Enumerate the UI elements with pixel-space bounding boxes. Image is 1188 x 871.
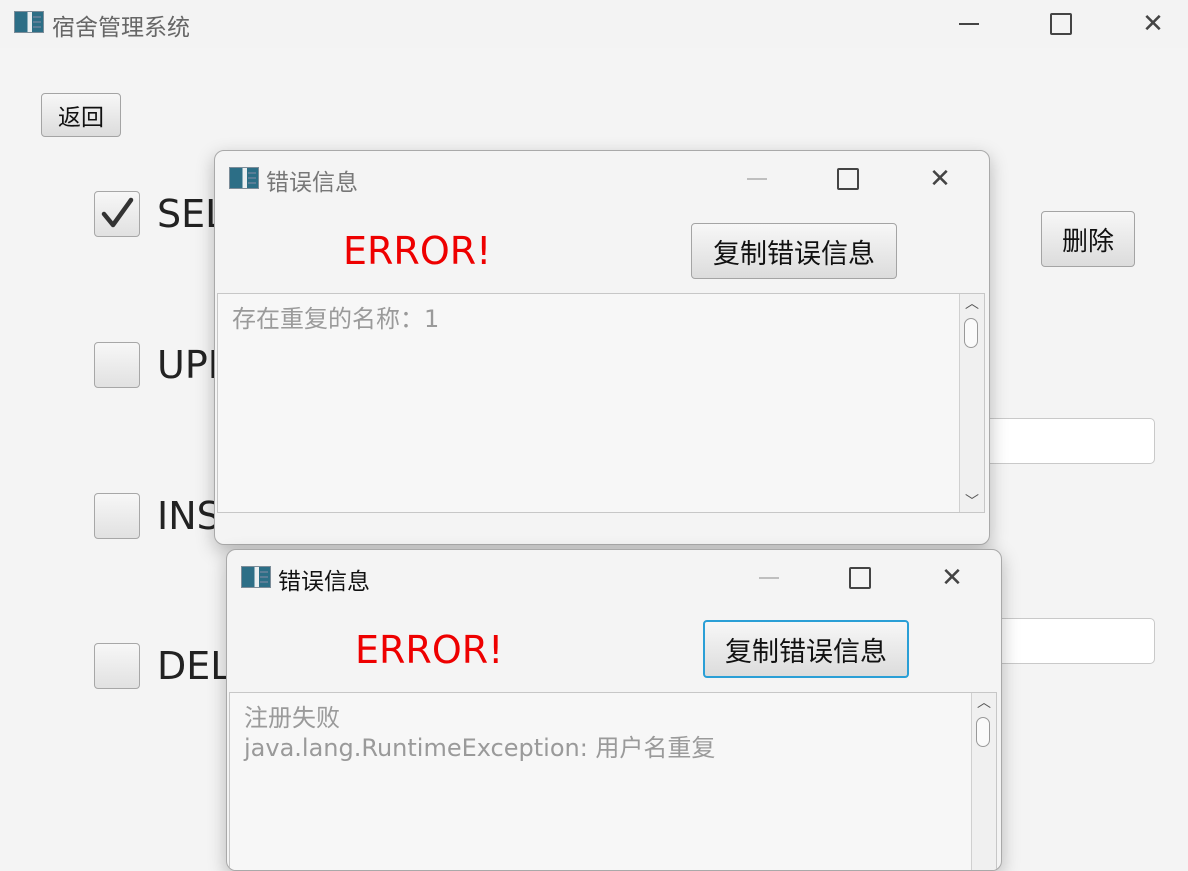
dialog2-error-label: ERROR!	[355, 628, 504, 672]
dialog1-title: 错误信息	[266, 170, 358, 196]
checkbox-update[interactable]	[94, 342, 140, 388]
dialog1-message: 存在重复的名称：1	[232, 305, 440, 333]
back-button[interactable]: 返回	[41, 93, 121, 137]
dialog2-close-button[interactable]	[929, 558, 975, 598]
dialog2-message: 注册失败 java.lang.RuntimeException: 用户名重复	[244, 704, 716, 762]
dialog1-maximize-button[interactable]	[825, 159, 871, 199]
dialog1-close-button[interactable]	[917, 159, 963, 199]
dialog1-copy-button[interactable]: 复制错误信息	[691, 223, 897, 279]
error-dialog-1[interactable]: 错误信息 ERROR! 复制错误信息 存在重复的名称：1 ︿ ﹀	[214, 150, 990, 545]
scroll-up-arrow-icon[interactable]: ︿	[972, 693, 996, 713]
dialog2-message-area[interactable]: 注册失败 java.lang.RuntimeException: 用户名重复 ︿	[229, 692, 997, 870]
dialog2-scrollbar[interactable]: ︿	[971, 693, 996, 870]
scroll-thumb[interactable]	[976, 717, 990, 747]
checkbox-insert-label: INS	[157, 494, 221, 538]
delete-button[interactable]: 删除	[1041, 211, 1135, 267]
dialog1-scrollbar[interactable]: ︿ ﹀	[959, 294, 984, 512]
dialog1-message-area[interactable]: 存在重复的名称：1 ︿ ﹀	[217, 293, 985, 513]
dialog2-titlebar[interactable]: 错误信息	[227, 550, 1001, 606]
dialog2-copy-button[interactable]: 复制错误信息	[703, 620, 909, 678]
scroll-up-arrow-icon[interactable]: ︿	[960, 294, 984, 314]
minimize-button[interactable]	[946, 4, 992, 44]
checkbox-select[interactable]	[94, 191, 140, 237]
window-title: 宿舍管理系统	[52, 15, 190, 41]
dialog1-titlebar[interactable]: 错误信息	[215, 151, 989, 207]
dialog2-title: 错误信息	[278, 569, 370, 595]
app-icon	[14, 11, 44, 33]
checkbox-insert[interactable]	[94, 493, 140, 539]
error-dialog-2[interactable]: 错误信息 ERROR! 复制错误信息 注册失败 java.lang.Runtim…	[226, 549, 1002, 871]
maximize-button[interactable]	[1038, 4, 1084, 44]
dialog2-minimize-button[interactable]	[746, 558, 792, 598]
dialog1-minimize-button[interactable]	[734, 159, 780, 199]
checkbox-delete[interactable]	[94, 643, 140, 689]
app-icon	[229, 167, 259, 189]
close-button[interactable]	[1130, 4, 1176, 44]
scroll-down-arrow-icon[interactable]: ﹀	[960, 492, 984, 512]
checkmark-icon	[101, 197, 134, 228]
dialog1-error-label: ERROR!	[343, 229, 492, 273]
app-icon	[241, 566, 271, 588]
main-titlebar[interactable]: 宿舍管理系统	[0, 0, 1188, 48]
dialog2-maximize-button[interactable]	[837, 558, 883, 598]
scroll-thumb[interactable]	[964, 318, 978, 348]
